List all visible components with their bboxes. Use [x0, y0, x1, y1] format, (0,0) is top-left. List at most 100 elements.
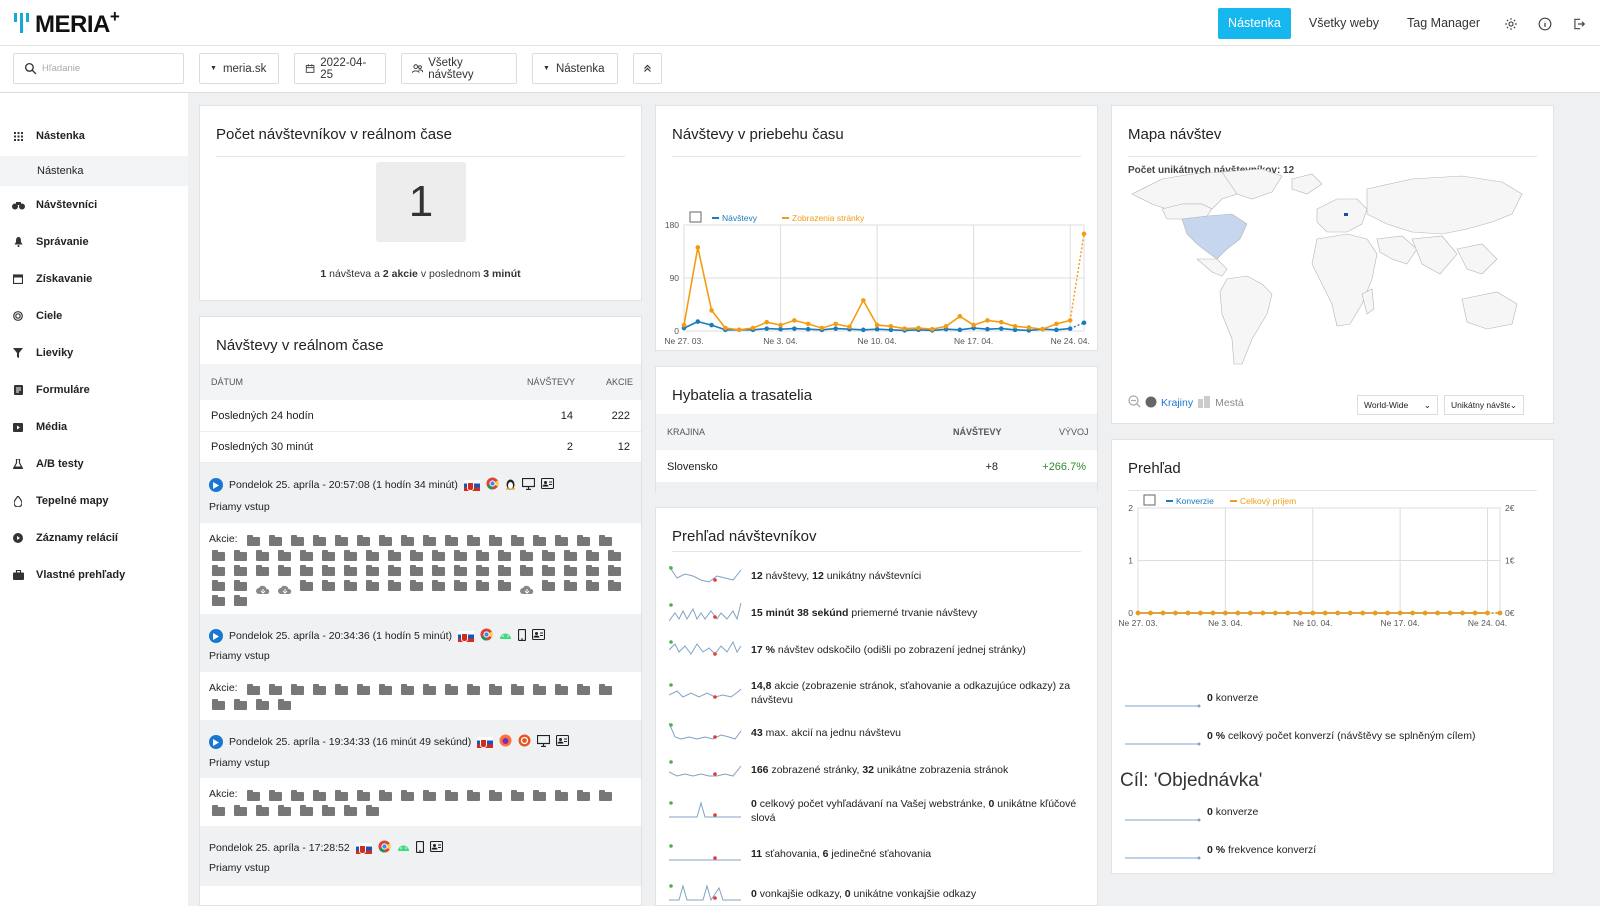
page-view-icon[interactable] [445, 790, 458, 801]
page-view-icon[interactable] [234, 565, 247, 576]
page-view-icon[interactable] [269, 790, 282, 801]
page-view-icon[interactable] [247, 535, 260, 546]
goal-metric-row[interactable]: 0 konverze [1112, 680, 1553, 716]
page-view-icon[interactable] [564, 580, 577, 591]
sparkline-chart[interactable] [669, 882, 745, 906]
sparkline-chart[interactable] [669, 601, 745, 625]
page-view-icon[interactable] [608, 565, 621, 576]
page-view-icon[interactable] [247, 790, 260, 801]
page-view-icon[interactable] [467, 790, 480, 801]
page-view-icon[interactable] [344, 550, 357, 561]
page-view-icon[interactable] [401, 684, 414, 695]
page-view-icon[interactable] [256, 699, 269, 710]
page-view-icon[interactable] [212, 595, 225, 606]
page-view-icon[interactable] [586, 550, 599, 561]
page-view-icon[interactable] [564, 565, 577, 576]
visitor-profile-icon[interactable] [540, 477, 554, 492]
page-view-icon[interactable] [467, 684, 480, 695]
page-view-icon[interactable] [454, 565, 467, 576]
page-view-icon[interactable] [608, 580, 621, 591]
page-view-icon[interactable] [533, 684, 546, 695]
page-view-icon[interactable] [212, 580, 225, 591]
page-view-icon[interactable] [313, 535, 326, 546]
page-view-icon[interactable] [432, 580, 445, 591]
page-view-icon[interactable] [313, 684, 326, 695]
page-view-icon[interactable] [388, 565, 401, 576]
page-view-icon[interactable] [467, 535, 480, 546]
page-view-icon[interactable] [401, 535, 414, 546]
page-view-icon[interactable] [498, 580, 511, 591]
site-selector[interactable]: ▼ meria.sk [199, 53, 279, 84]
overview-metric-row[interactable]: 17 % návštev odskočilo (odišli po zobraz… [656, 632, 1097, 668]
page-view-icon[interactable] [410, 580, 423, 591]
tab-cities[interactable]: Mestá [1215, 397, 1244, 409]
page-view-icon[interactable] [388, 580, 401, 591]
page-view-icon[interactable] [533, 535, 546, 546]
page-view-icon[interactable] [511, 790, 524, 801]
page-view-icon[interactable] [577, 684, 590, 695]
page-view-icon[interactable] [410, 550, 423, 561]
page-view-icon[interactable] [489, 684, 502, 695]
sidebar-item-media[interactable]: Média [0, 412, 188, 442]
page-view-icon[interactable] [278, 699, 291, 710]
page-view-icon[interactable] [586, 580, 599, 591]
page-view-icon[interactable] [379, 684, 392, 695]
page-view-icon[interactable] [599, 790, 612, 801]
page-view-icon[interactable] [256, 805, 269, 816]
page-view-icon[interactable] [212, 805, 225, 816]
page-view-icon[interactable] [586, 565, 599, 576]
page-view-icon[interactable] [379, 790, 392, 801]
region-select[interactable]: World-Wide ⌄ [1357, 395, 1438, 415]
visitor-profile-icon[interactable] [556, 734, 570, 749]
sparkline-chart[interactable] [1125, 838, 1201, 862]
goal-metric-row[interactable]: 0 konverze [1112, 794, 1553, 830]
page-view-icon[interactable] [498, 565, 511, 576]
page-view-icon[interactable] [344, 805, 357, 816]
nav-tag-manager[interactable]: Tag Manager [1397, 8, 1490, 39]
page-view-icon[interactable] [599, 684, 612, 695]
page-view-icon[interactable] [357, 684, 370, 695]
overview-metric-row[interactable]: 15 minút 38 sekúnd priemerné trvanie náv… [656, 595, 1097, 631]
zoom-out-icon[interactable] [1128, 395, 1141, 411]
page-view-icon[interactable] [300, 565, 313, 576]
overview-metric-row[interactable]: 14,8 akcie (zobrazenie stránok, sťahovan… [656, 675, 1097, 711]
visit-entry[interactable]: Pondelok 25. apríla - 17:28:52 Priamy vs… [200, 826, 641, 886]
page-view-icon[interactable] [454, 550, 467, 561]
overview-metric-row[interactable]: 11 sťahovania, 6 jedinečné sťahovania [656, 836, 1097, 872]
page-view-icon[interactable] [608, 550, 621, 561]
goal-metric-row[interactable]: 0 % frekvence konverzí [1112, 832, 1553, 868]
page-view-icon[interactable] [234, 805, 247, 816]
goal-metric-row[interactable]: 0 % celkový počet konverzí (návštěvy se … [1112, 718, 1553, 754]
page-view-icon[interactable] [256, 565, 269, 576]
sidebar-item-dashboard[interactable]: Nástenka [0, 121, 188, 151]
page-view-icon[interactable] [322, 805, 335, 816]
page-view-icon[interactable] [335, 535, 348, 546]
page-view-icon[interactable] [322, 580, 335, 591]
download-cloud-icon[interactable] [256, 582, 270, 594]
page-view-icon[interactable] [300, 550, 313, 561]
page-view-icon[interactable] [357, 535, 370, 546]
page-view-icon[interactable] [322, 565, 335, 576]
overview-metric-row[interactable]: 43 max. akcií na jednu návštevu [656, 715, 1097, 751]
sparkline-chart[interactable] [669, 799, 745, 823]
info-icon[interactable] [1532, 8, 1558, 39]
overview-metric-row[interactable]: 0 vonkajšie odkazy, 0 unikátne vonkajšie… [656, 876, 1097, 906]
page-view-icon[interactable] [511, 684, 524, 695]
download-cloud-icon[interactable] [278, 582, 292, 594]
sparkline-chart[interactable] [669, 564, 745, 588]
tab-countries[interactable]: Krajiny [1161, 397, 1193, 409]
page-view-icon[interactable] [511, 535, 524, 546]
page-view-icon[interactable] [432, 565, 445, 576]
page-view-icon[interactable] [234, 699, 247, 710]
page-view-icon[interactable] [212, 550, 225, 561]
page-view-icon[interactable] [278, 550, 291, 561]
page-view-icon[interactable] [247, 684, 260, 695]
page-view-icon[interactable] [432, 550, 445, 561]
sparkline-chart[interactable] [1125, 800, 1201, 824]
page-view-icon[interactable] [300, 580, 313, 591]
nav-all-websites[interactable]: Všetky weby [1299, 8, 1389, 39]
page-view-icon[interactable] [300, 805, 313, 816]
visitor-profile-icon[interactable] [531, 628, 546, 643]
segment-selector[interactable]: Všetky návštevy [401, 53, 517, 84]
page-view-icon[interactable] [344, 580, 357, 591]
